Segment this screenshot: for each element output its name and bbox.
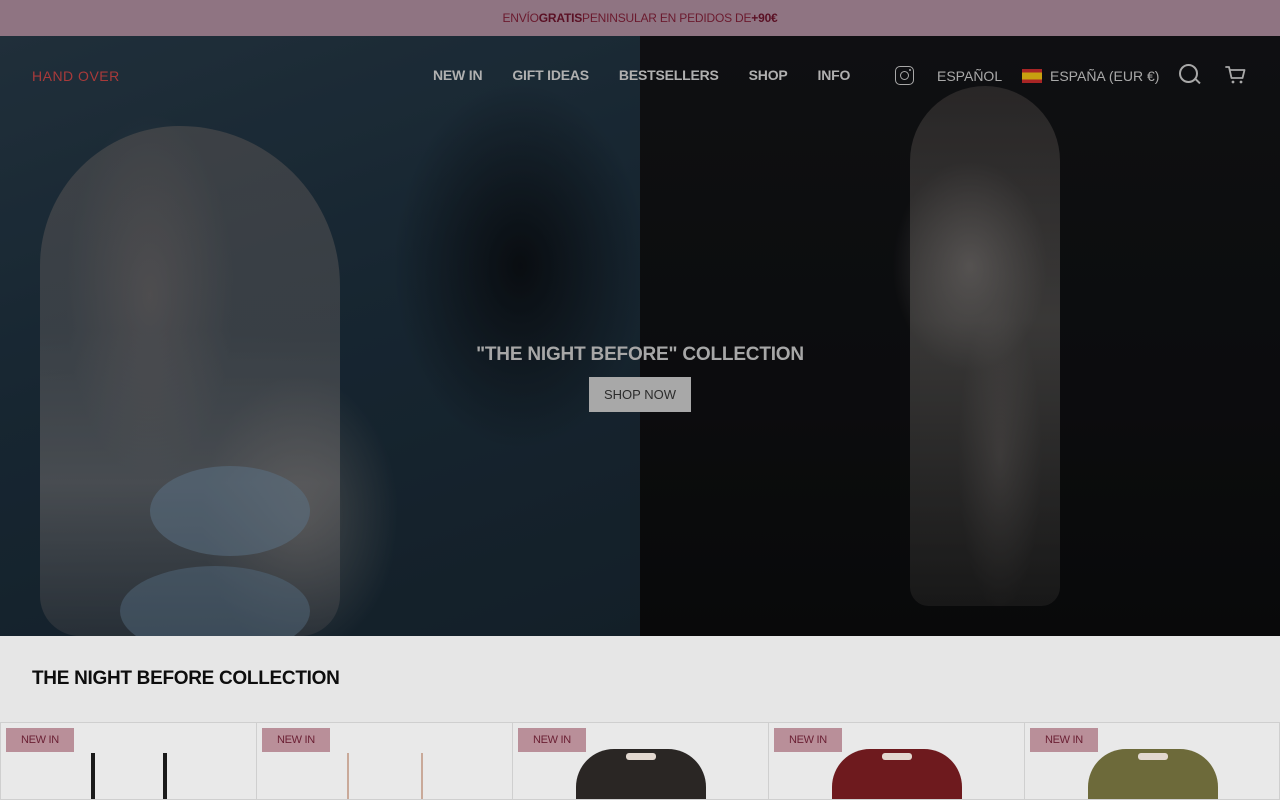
product-image xyxy=(89,753,169,799)
shirt-collar xyxy=(1138,753,1168,760)
spain-flag-icon xyxy=(1022,69,1042,83)
cart-icon[interactable] xyxy=(1225,65,1247,85)
new-in-badge: NEW IN xyxy=(6,728,74,752)
main-nav: NEW IN GIFT IDEAS BESTSELLERS SHOP INFO xyxy=(433,67,850,83)
nav-shop[interactable]: SHOP xyxy=(749,67,788,83)
collection-title: THE NIGHT BEFORE COLLECTION xyxy=(32,668,340,689)
new-in-badge: NEW IN xyxy=(518,728,586,752)
product-image xyxy=(576,749,706,799)
nav-info[interactable]: INFO xyxy=(818,67,851,83)
hero-banner[interactable]: "THE NIGHT BEFORE" COLLECTION SHOP NOW xyxy=(0,36,1280,636)
nav-new-in[interactable]: NEW IN xyxy=(433,67,483,83)
product-card[interactable]: NEW IN xyxy=(0,722,256,800)
nav-gift-ideas[interactable]: GIFT IDEAS xyxy=(512,67,589,83)
announcement-bold-amount: +90€ xyxy=(751,11,778,25)
hero-title: "THE NIGHT BEFORE" COLLECTION xyxy=(476,344,804,365)
new-in-badge: NEW IN xyxy=(1030,728,1098,752)
shirt-collar xyxy=(882,753,912,760)
site-logo[interactable]: HAND OVER xyxy=(32,68,120,84)
announcement-prefix: ENVÍO xyxy=(502,11,539,25)
product-card[interactable]: NEW IN xyxy=(1024,722,1280,800)
hero-overlay xyxy=(0,36,1280,636)
collection-section: THE NIGHT BEFORE COLLECTION NEW IN NEW I… xyxy=(0,636,1280,800)
site-header: HAND OVER NEW IN GIFT IDEAS BESTSELLERS … xyxy=(0,36,1280,114)
shirt-collar xyxy=(626,753,656,760)
country-selector[interactable]: ESPAÑA (EUR €) xyxy=(1050,68,1159,84)
announcement-middle: PENINSULAR EN PEDIDOS DE xyxy=(582,11,752,25)
nav-bestsellers[interactable]: BESTSELLERS xyxy=(619,67,719,83)
shop-now-button[interactable]: SHOP NOW xyxy=(589,377,691,412)
product-image xyxy=(345,753,425,799)
product-card[interactable]: NEW IN xyxy=(768,722,1024,800)
new-in-badge: NEW IN xyxy=(774,728,842,752)
product-card[interactable]: NEW IN xyxy=(512,722,768,800)
product-card[interactable]: NEW IN xyxy=(256,722,512,800)
product-grid: NEW IN NEW IN NEW IN NEW IN NEW IN xyxy=(0,722,1280,800)
product-image xyxy=(1088,749,1218,799)
language-selector[interactable]: ESPAÑOL xyxy=(937,68,1002,84)
instagram-icon[interactable] xyxy=(895,66,914,85)
announcement-bar: ENVÍO GRATIS PENINSULAR EN PEDIDOS DE +9… xyxy=(0,0,1280,36)
search-icon[interactable] xyxy=(1179,64,1199,84)
new-in-badge: NEW IN xyxy=(262,728,330,752)
product-image xyxy=(832,749,962,799)
announcement-bold-free: GRATIS xyxy=(538,11,583,25)
